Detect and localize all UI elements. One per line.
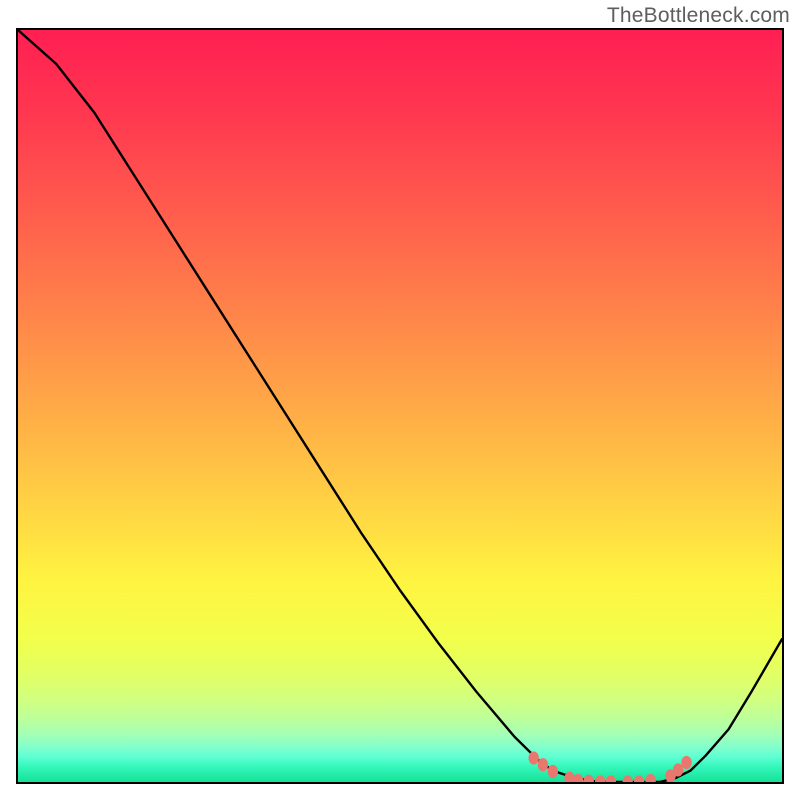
marker-point [529, 751, 539, 764]
marker-point [573, 774, 583, 782]
chart-container: TheBottleneck.com [0, 0, 800, 800]
marker-point [622, 775, 632, 782]
watermark-text: TheBottleneck.com [607, 4, 790, 28]
bottleneck-curve [18, 30, 782, 782]
marker-point [584, 775, 594, 782]
marker-group [529, 751, 692, 782]
marker-point [606, 775, 616, 782]
marker-point [595, 775, 605, 782]
marker-point [681, 756, 691, 769]
marker-point [634, 775, 644, 782]
marker-point [673, 763, 683, 776]
marker-point [548, 765, 558, 778]
plot-area [16, 28, 784, 784]
marker-point [538, 758, 548, 771]
marker-point [645, 774, 655, 782]
curve-line [18, 30, 782, 782]
